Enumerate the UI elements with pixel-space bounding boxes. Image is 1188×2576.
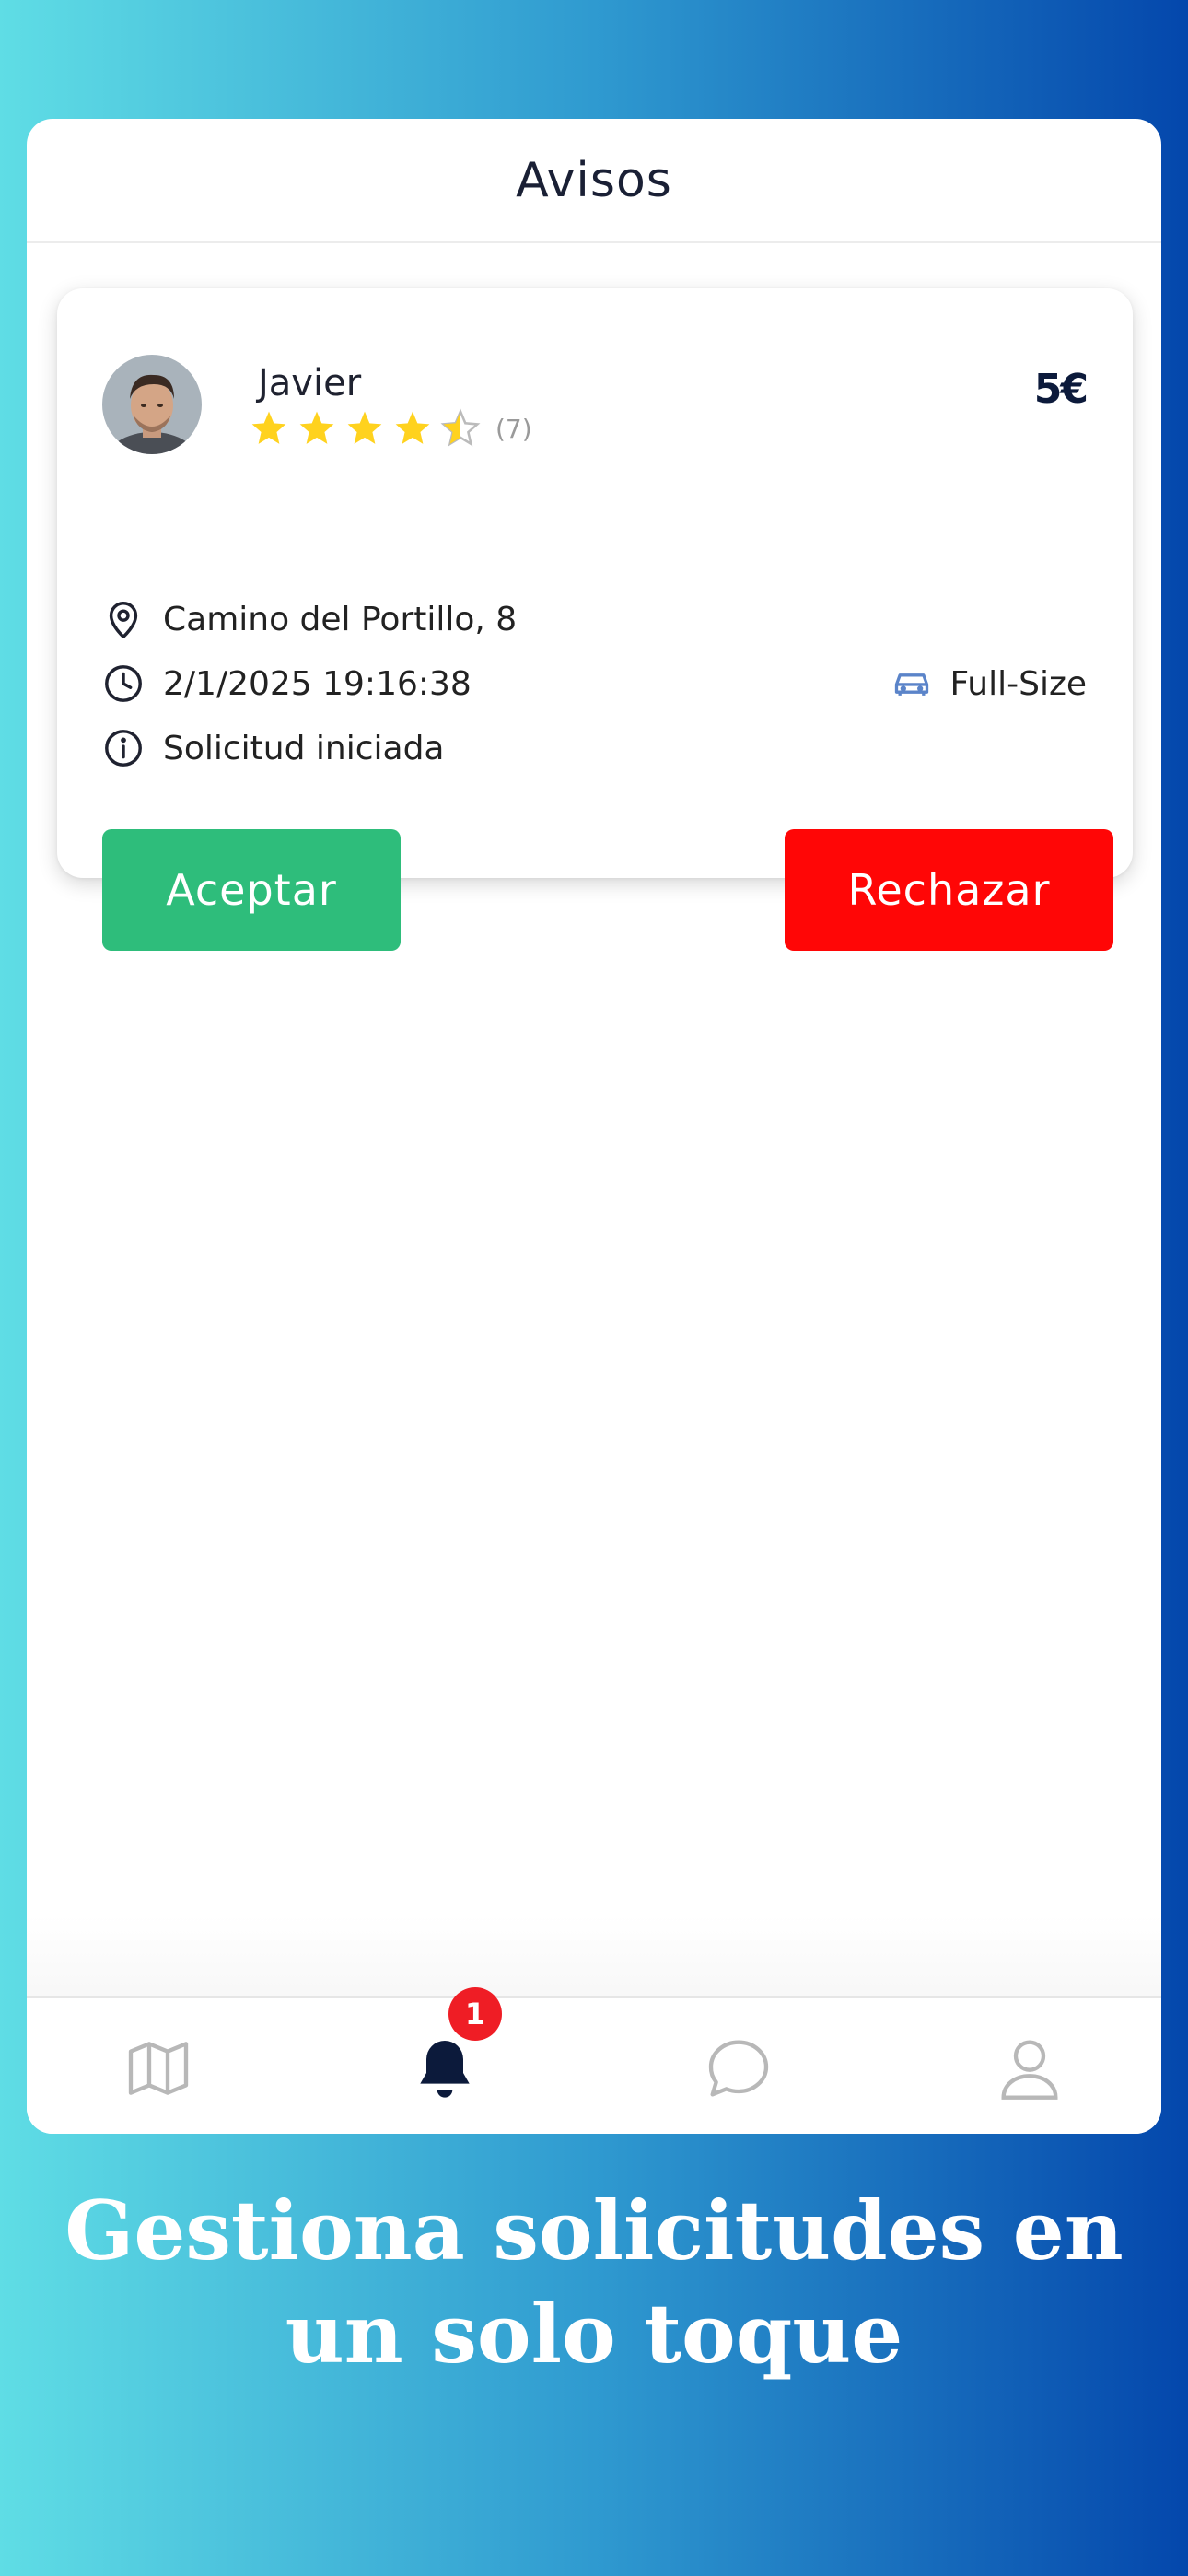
requester-name: Javier bbox=[258, 362, 362, 404]
tab-profile[interactable] bbox=[993, 2032, 1066, 2105]
reject-button[interactable]: Rechazar bbox=[785, 829, 1113, 951]
notification-badge: 1 bbox=[448, 1987, 502, 2041]
tab-map[interactable] bbox=[122, 2032, 195, 2105]
clock-icon bbox=[105, 665, 142, 702]
request-card[interactable]: Javier (7) 5€ Camino del Portillo, 8 2/1… bbox=[57, 288, 1133, 951]
tab-notifications[interactable] bbox=[408, 2032, 482, 2105]
datetime-text: 2/1/2025 19:16:38 bbox=[163, 664, 472, 703]
info-icon bbox=[105, 730, 142, 767]
star-icon bbox=[299, 411, 334, 444]
datetime-row: 2/1/2025 19:16:38 bbox=[102, 661, 472, 707]
vehicle-text: Full-Size bbox=[949, 664, 1087, 703]
star-icon bbox=[251, 411, 286, 444]
accept-button[interactable]: Aceptar bbox=[102, 829, 401, 951]
rating-stars: (7) bbox=[249, 408, 532, 449]
avatar bbox=[102, 355, 202, 454]
tab-bar: 1 bbox=[27, 1987, 1161, 2134]
map-icon bbox=[128, 2042, 189, 2095]
half-star-icon bbox=[440, 408, 481, 447]
top-bar: Avisos bbox=[27, 119, 1161, 243]
review-count: (7) bbox=[495, 413, 532, 444]
location-pin-icon bbox=[109, 602, 138, 638]
page-title: Avisos bbox=[516, 152, 672, 208]
app-screen: Avisos Javier (7) 5€ Camino del Portillo… bbox=[27, 119, 1161, 2134]
address-row: Camino del Portillo, 8 bbox=[102, 596, 517, 642]
status-text: Solicitud iniciada bbox=[163, 729, 445, 767]
status-row: Solicitud iniciada bbox=[102, 725, 445, 771]
user-icon bbox=[1001, 2040, 1058, 2100]
star-icon bbox=[347, 411, 382, 444]
vehicle-row: Full-Size bbox=[891, 661, 1087, 707]
bell-icon bbox=[420, 2041, 470, 2098]
price: 5€ bbox=[1033, 366, 1089, 413]
promo-caption: Gestiona solicitudes en un solo toque bbox=[64, 2183, 1124, 2382]
car-icon bbox=[894, 673, 928, 696]
chat-icon bbox=[708, 2040, 769, 2097]
address-text: Camino del Portillo, 8 bbox=[163, 600, 518, 638]
tab-chat[interactable] bbox=[702, 2032, 775, 2105]
star-icon bbox=[395, 411, 430, 444]
